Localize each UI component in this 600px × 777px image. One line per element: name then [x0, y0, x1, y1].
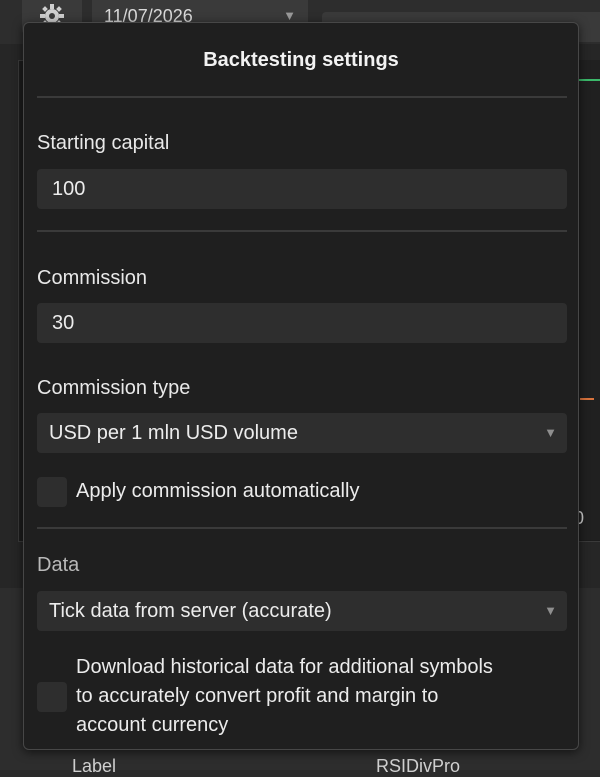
download-historical-line: to accurately convert profit and margin … — [76, 685, 439, 707]
download-historical-label[interactable]: Download historical data for additional … — [76, 653, 493, 740]
apply-commission-checkbox[interactable] — [37, 477, 67, 507]
starting-capital-label: Starting capital — [37, 132, 170, 154]
data-source-value: Tick data from server (accurate) — [49, 600, 332, 622]
apply-commission-label[interactable]: Apply commission automatically — [76, 477, 359, 506]
chevron-down-icon: ▼ — [544, 425, 557, 440]
starting-capital-input[interactable]: 100 — [37, 169, 567, 209]
divider — [37, 527, 567, 529]
commission-type-select[interactable]: USD per 1 mln USD volume ▼ — [37, 413, 567, 453]
candle-marker — [580, 398, 594, 414]
download-historical-checkbox[interactable] — [37, 682, 67, 712]
commission-input[interactable]: 30 — [37, 303, 567, 343]
parameter-label: Label — [72, 756, 117, 776]
download-historical-line: Download historical data for additional … — [76, 656, 493, 678]
price-line — [576, 79, 600, 81]
parameter-value: RSIDivPro — [376, 756, 461, 776]
chevron-down-icon: ▼ — [544, 603, 557, 618]
commission-type-value: USD per 1 mln USD volume — [49, 422, 298, 444]
download-historical-line: account currency — [76, 714, 229, 736]
commission-label: Commission — [37, 267, 148, 289]
data-source-select[interactable]: Tick data from server (accurate) ▼ — [37, 591, 567, 631]
commission-value: 30 — [52, 312, 75, 334]
divider — [37, 230, 567, 232]
backtesting-settings-dialog: Backtesting settings Starting capital 10… — [23, 22, 579, 750]
dialog-title: Backtesting settings — [203, 49, 399, 71]
data-label: Data — [37, 554, 80, 576]
commission-type-label: Commission type — [37, 377, 191, 399]
chevron-down-icon: ▼ — [283, 8, 296, 23]
starting-capital-value: 100 — [52, 178, 86, 200]
divider — [37, 96, 567, 98]
parameter-row: Label RSIDivPro — [30, 748, 600, 776]
